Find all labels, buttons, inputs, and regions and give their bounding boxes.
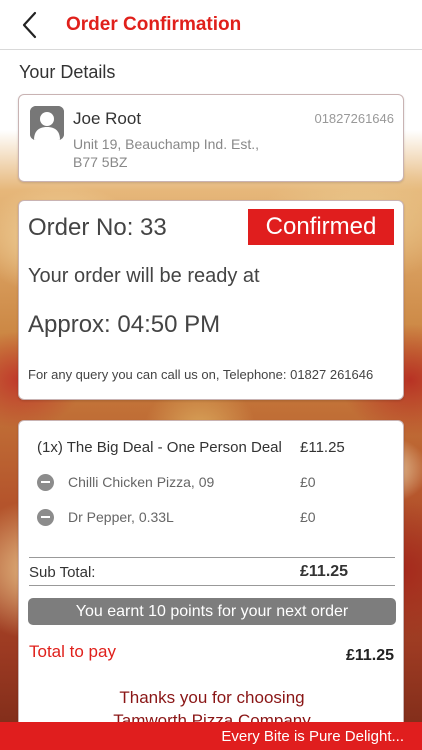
subtotal-value: £11.25 [300,563,349,580]
customer-details-card: Joe Root 01827261646 Unit 19, Beauchamp … [18,94,404,182]
chevron-left-icon [22,11,37,38]
sub-item-price: £0 [300,474,316,490]
customer-phone: 01827261646 [314,111,394,126]
order-items-card: (1x) The Big Deal - One Person Deal £11.… [18,420,404,750]
main-item-price: £11.25 [300,439,345,456]
footer-tagline: Every Bite is Pure Delight... [221,727,404,745]
minus-circle-icon [37,473,54,491]
page-title: Order Confirmation [66,13,242,35]
points-banner: You earnt 10 points for your next order [28,598,396,625]
your-details-heading: Your Details [19,62,116,82]
minus-circle-icon [37,508,54,526]
order-number: Order No: 33 [28,214,167,241]
customer-name: Joe Root [73,109,142,128]
status-badge: Confirmed [248,209,394,245]
back-button[interactable] [0,0,60,50]
person-icon [30,106,64,140]
sub-item-label: Chilli Chicken Pizza, 09 [68,474,215,490]
divider [29,557,395,558]
thanks-text-line1: Thanks you for choosing [119,688,305,707]
sub-item-price: £0 [300,509,316,525]
list-item: Dr Pepper, 0.33L [37,507,174,527]
order-status-card: Order No: 33 Confirmed Your order will b… [18,200,404,400]
footer-tagline-bar: Every Bite is Pure Delight... [0,722,422,750]
main-item-label: (1x) The Big Deal - One Person Deal [37,439,282,456]
list-item: Chilli Chicken Pizza, 09 [37,472,214,492]
approx-time: Approx: 04:50 PM [28,311,221,338]
total-label: Total to pay [29,642,116,661]
nav-header: Order Confirmation [0,0,422,50]
customer-address-line2: B77 5BZ [73,154,128,170]
subtotal-label: Sub Total: [29,564,96,581]
contact-query-text: For any query you can call us on, Teleph… [28,367,374,382]
sub-item-label: Dr Pepper, 0.33L [68,509,174,525]
divider [29,585,395,586]
customer-address-line1: Unit 19, Beauchamp Ind. Est., [73,136,259,152]
total-value: £11.25 [345,647,394,664]
ready-text: Your order will be ready at [28,265,260,287]
